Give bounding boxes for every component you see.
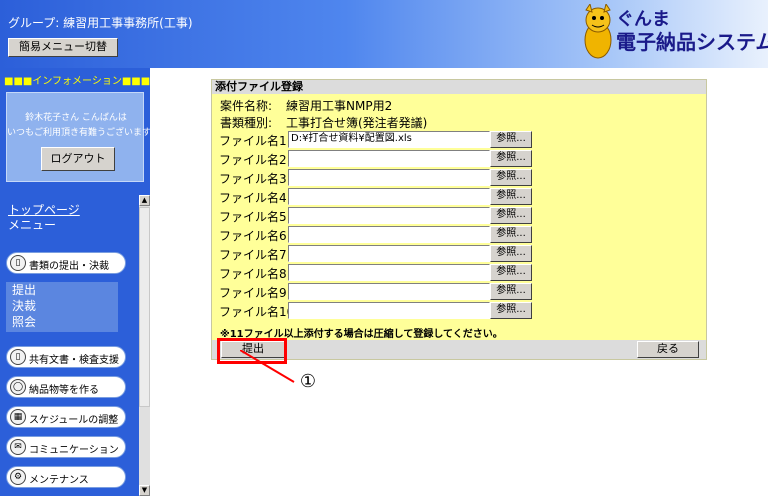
browse-button-2[interactable]: 参照... bbox=[490, 150, 532, 167]
file-input-1[interactable]: D:¥打合せ資料¥配置図.xls bbox=[288, 131, 490, 148]
file-input-9[interactable] bbox=[288, 283, 490, 300]
logout-button[interactable]: ログアウト bbox=[41, 147, 115, 171]
sub-item-submit[interactable]: 提出 bbox=[12, 282, 36, 298]
wrench-icon: ⚙ bbox=[10, 469, 26, 485]
file-input-7[interactable] bbox=[288, 245, 490, 262]
mascot-icon bbox=[584, 4, 612, 59]
browse-button-9[interactable]: 参照... bbox=[490, 283, 532, 300]
file-label-5: ファイル名5 bbox=[219, 210, 287, 224]
menu-item-label: メンテナンス bbox=[29, 475, 89, 486]
disc-icon: ◯ bbox=[10, 379, 26, 395]
file-label-9: ファイル名9 bbox=[219, 286, 287, 300]
menu-item-label: 書類の提出・決裁 bbox=[29, 261, 109, 272]
attachment-panel: 添付ファイル登録 案件名称: 練習用工事NMP用2 書類種別: 工事打合せ簿(発… bbox=[211, 79, 707, 360]
sidebar: ■■■インフォメーション■■■ 鈴木花子さん こんばんは いつもご利用頂き有難う… bbox=[0, 68, 160, 496]
menu-item-deliverables[interactable]: ◯ 納品物等を作る bbox=[6, 376, 126, 398]
calendar-icon: ▦ bbox=[10, 409, 26, 425]
menu-item-label: スケジュールの調整 bbox=[29, 415, 119, 426]
browse-button-6[interactable]: 参照... bbox=[490, 226, 532, 243]
menu-item-schedule[interactable]: ▦ スケジュールの調整 bbox=[6, 406, 126, 428]
scroll-up-icon[interactable]: ▲ bbox=[139, 195, 150, 206]
user-box: 鈴木花子さん こんばんは いつもご利用頂き有難うございます。 ログアウト bbox=[6, 92, 160, 182]
browse-button-1[interactable]: 参照... bbox=[490, 131, 532, 148]
back-button[interactable]: 戻る bbox=[637, 341, 699, 358]
sidebar-scrollbar[interactable]: ▲ ▼ bbox=[139, 195, 150, 496]
doc-type-label: 書類種別: bbox=[220, 116, 273, 130]
menu-item-shared-docs[interactable]: ▯ 共有文書・検査支援 bbox=[6, 346, 126, 368]
document-icon: ▯ bbox=[10, 349, 26, 365]
greeting-line1: 鈴木花子さん こんばんは bbox=[25, 113, 127, 123]
mail-icon: ✉ bbox=[10, 439, 26, 455]
sub-item-inquiry[interactable]: 照会 bbox=[12, 314, 36, 330]
sub-menu: 提出 決裁 照会 bbox=[6, 282, 118, 332]
file-label-2: ファイル名2 bbox=[219, 153, 287, 167]
greeting-line2: いつもご利用頂き有難うございます。 bbox=[7, 128, 160, 138]
browse-button-5[interactable]: 参照... bbox=[490, 207, 532, 224]
file-input-3[interactable] bbox=[288, 169, 490, 186]
sub-item-approve[interactable]: 決裁 bbox=[12, 298, 36, 314]
file-label-1: ファイル名1 bbox=[219, 134, 287, 148]
menu-item-label: コミュニケーション bbox=[29, 445, 119, 456]
menu-item-label: 共有文書・検査支援 bbox=[29, 355, 119, 366]
logo: ぐんま 電子納品システム bbox=[580, 2, 768, 64]
case-name-value: 練習用工事NMP用2 bbox=[286, 99, 393, 113]
browse-button-10[interactable]: 参照... bbox=[490, 302, 532, 319]
file-input-4[interactable] bbox=[288, 188, 490, 205]
menu-title: メニュー bbox=[8, 218, 57, 232]
callout-number: ① bbox=[299, 371, 317, 392]
file-label-10: ファイル名10 bbox=[219, 305, 295, 319]
file-label-8: ファイル名8 bbox=[219, 267, 287, 281]
file-input-8[interactable] bbox=[288, 264, 490, 281]
menu-item-maintenance[interactable]: ⚙ メンテナンス bbox=[6, 466, 126, 488]
file-input-2[interactable] bbox=[288, 150, 490, 167]
menu-item-submit-approve[interactable]: ▯ 書類の提出・決裁 bbox=[6, 252, 126, 274]
scroll-down-icon[interactable]: ▼ bbox=[139, 485, 150, 496]
file-label-7: ファイル名7 bbox=[219, 248, 287, 262]
menu-item-label: 納品物等を作る bbox=[29, 385, 99, 396]
group-label: グループ: 練習用工事事務所(工事) bbox=[8, 16, 193, 30]
document-icon: ▯ bbox=[10, 255, 26, 271]
file-label-4: ファイル名4 bbox=[219, 191, 287, 205]
browse-button-8[interactable]: 参照... bbox=[490, 264, 532, 281]
browse-button-3[interactable]: 参照... bbox=[490, 169, 532, 186]
menu-switch-button[interactable]: 簡易メニュー切替 bbox=[8, 38, 118, 57]
panel-title: 添付ファイル登録 bbox=[212, 80, 706, 94]
file-label-6: ファイル名6 bbox=[219, 229, 287, 243]
file-input-6[interactable] bbox=[288, 226, 490, 243]
file-input-10[interactable] bbox=[288, 302, 490, 319]
file-label-3: ファイル名3 bbox=[219, 172, 287, 186]
browse-button-7[interactable]: 参照... bbox=[490, 245, 532, 262]
scroll-thumb[interactable] bbox=[139, 207, 150, 407]
menu-item-communication[interactable]: ✉ コミュニケーション bbox=[6, 436, 126, 458]
case-name-label: 案件名称: bbox=[220, 99, 273, 113]
logo-text-line2: 電子納品システム bbox=[616, 30, 768, 54]
doc-type-value: 工事打合せ簿(発注者発議) bbox=[286, 116, 428, 130]
app-header: グループ: 練習用工事事務所(工事) 簡易メニュー切替 ぐんま 電子納品システム bbox=[0, 0, 768, 68]
info-header: ■■■インフォメーション■■■ bbox=[4, 76, 151, 87]
browse-button-4[interactable]: 参照... bbox=[490, 188, 532, 205]
file-input-5[interactable] bbox=[288, 207, 490, 224]
